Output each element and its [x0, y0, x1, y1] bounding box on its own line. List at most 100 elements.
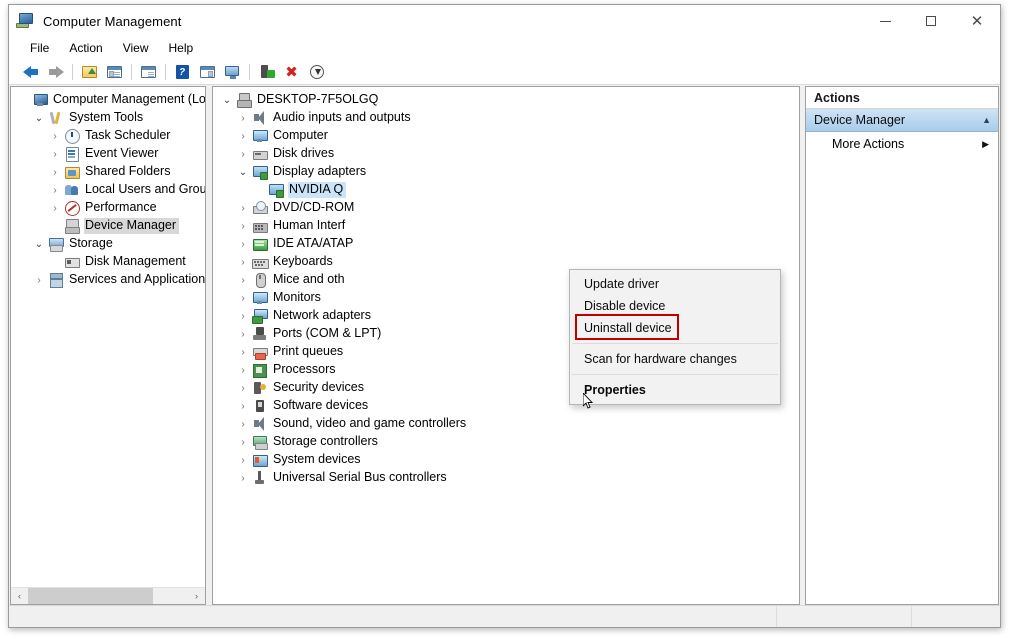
minimize-button[interactable] — [862, 5, 908, 37]
show-hide-console-tree-button[interactable] — [102, 61, 127, 83]
context-menu-item-properties[interactable]: Properties — [570, 379, 780, 401]
help-button[interactable]: ? — [170, 61, 195, 83]
menu-action[interactable]: Action — [60, 39, 111, 58]
context-menu-item-disable-device[interactable]: Disable device — [570, 295, 780, 317]
chevron-down-icon[interactable]: ⌄ — [31, 113, 47, 124]
context-menu-item-scan-for-hardware-changes[interactable]: Scan for hardware changes — [570, 348, 780, 370]
tree-item-label: Monitors — [273, 290, 321, 305]
forward-button[interactable] — [43, 61, 68, 83]
status-cell-1 — [9, 606, 777, 627]
chevron-right-icon[interactable]: › — [235, 473, 251, 484]
chevron-right-icon[interactable]: › — [235, 221, 251, 232]
chevron-right-icon[interactable]: › — [47, 203, 63, 214]
scroll-left-button[interactable]: ‹ — [11, 588, 28, 604]
chevron-right-icon[interactable]: › — [235, 203, 251, 214]
hscroll-thumb[interactable] — [28, 588, 153, 604]
tree-item-computer-management-local[interactable]: Computer Management (Local — [11, 91, 205, 109]
tree-item-local-users-and-groups[interactable]: › Local Users and Groups — [11, 181, 205, 199]
tree-item-storage-controllers[interactable]: › Storage controllers — [213, 433, 799, 451]
tree-item-services-and-applications[interactable]: › Services and Applications — [11, 271, 205, 289]
tree-item-label: Shared Folders — [85, 164, 171, 179]
tree-item-device-manager[interactable]: Device Manager — [11, 217, 205, 235]
properties-button[interactable] — [136, 61, 161, 83]
tree-item-nvidia-q[interactable]: NVIDIA Q — [213, 181, 799, 199]
chevron-down-icon[interactable]: ⌄ — [219, 95, 235, 106]
chevron-right-icon[interactable]: › — [235, 455, 251, 466]
close-button[interactable]: ✕ — [954, 5, 1000, 37]
scan-hardware-changes-button[interactable] — [304, 61, 329, 83]
back-button[interactable] — [18, 61, 43, 83]
context-menu-item-uninstall-device[interactable]: Uninstall device — [570, 314, 780, 340]
tree-item-human-interf[interactable]: › Human Interf — [213, 217, 799, 235]
chevron-right-icon[interactable]: › — [235, 347, 251, 358]
tree-item-computer[interactable]: › Computer — [213, 127, 799, 145]
actions-group-device-manager[interactable]: Device Manager ▲ — [806, 109, 998, 132]
hscroll-track[interactable] — [28, 588, 188, 604]
net-icon — [251, 309, 269, 324]
tree-item-ide-ata-atap[interactable]: › IDE ATA/ATAP — [213, 235, 799, 253]
tree-item-disk-drives[interactable]: › Disk drives — [213, 145, 799, 163]
scroll-right-button[interactable]: › — [188, 588, 205, 604]
up-one-level-button[interactable] — [77, 61, 102, 83]
chevron-down-icon[interactable]: ⌄ — [31, 239, 47, 250]
show-hide-action-pane-button[interactable] — [195, 61, 220, 83]
tree-item-disk-management[interactable]: Disk Management — [11, 253, 205, 271]
tree-item-shared-folders[interactable]: › Shared Folders — [11, 163, 205, 181]
tree-item-task-scheduler[interactable]: › Task Scheduler — [11, 127, 205, 145]
console-tree-hscrollbar[interactable]: ‹ › — [11, 587, 205, 604]
chevron-right-icon[interactable]: › — [235, 113, 251, 124]
root-icon — [235, 93, 253, 108]
chevron-right-icon[interactable]: › — [235, 365, 251, 376]
chevron-right-icon[interactable]: › — [47, 185, 63, 196]
menu-file[interactable]: File — [21, 39, 58, 58]
drive-icon — [251, 147, 269, 161]
chevron-up-icon[interactable]: ▲ — [982, 115, 991, 125]
chevron-right-icon[interactable]: › — [235, 149, 251, 160]
chevron-right-icon[interactable]: › — [31, 275, 47, 286]
status-cell-3 — [912, 606, 1000, 627]
chevron-right-icon[interactable]: › — [235, 437, 251, 448]
tree-item-audio-inputs-and-outputs[interactable]: › Audio inputs and outputs — [213, 109, 799, 127]
chevron-right-icon[interactable]: › — [47, 167, 63, 178]
context-menu-item-update-driver[interactable]: Update driver — [570, 273, 780, 295]
tree-item-label: Print queues — [273, 344, 344, 359]
tree-item-desktop-7f5olgq[interactable]: ⌄ DESKTOP-7F5OLGQ — [213, 91, 799, 109]
chevron-right-icon[interactable]: › — [235, 131, 251, 142]
chevron-right-icon[interactable]: › — [47, 149, 63, 160]
chevron-down-icon[interactable]: ⌄ — [235, 167, 251, 178]
chevron-right-icon[interactable]: › — [235, 401, 251, 412]
tree-item-system-devices[interactable]: › System devices — [213, 451, 799, 469]
display-button[interactable] — [220, 61, 245, 83]
perf-icon — [63, 201, 81, 216]
menu-help[interactable]: Help — [160, 39, 203, 58]
tree-item-dvd-cd-rom[interactable]: › DVD/CD-ROM — [213, 199, 799, 217]
tree-item-performance[interactable]: › Performance — [11, 199, 205, 217]
tree-item-label: NVIDIA Q — [288, 182, 347, 198]
action-more-actions[interactable]: More Actions ▶ — [806, 132, 998, 156]
chevron-right-icon[interactable]: › — [235, 257, 251, 268]
chevron-right-icon[interactable]: › — [235, 419, 251, 430]
chevron-right-icon[interactable]: › — [47, 131, 63, 142]
tree-item-system-tools[interactable]: ⌄ System Tools — [11, 109, 205, 127]
tree-item-universal-serial-bus-controllers[interactable]: › Universal Serial Bus controllers — [213, 469, 799, 487]
menu-view[interactable]: View — [114, 39, 158, 58]
tree-item-display-adapters[interactable]: ⌄ Display adapters — [213, 163, 799, 181]
actions-header: Actions — [806, 87, 998, 109]
chevron-right-icon[interactable]: › — [235, 275, 251, 286]
maximize-button[interactable] — [908, 5, 954, 37]
update-driver-button[interactable] — [254, 61, 279, 83]
chevron-right-icon[interactable]: › — [235, 239, 251, 250]
chevron-right-icon[interactable]: › — [235, 329, 251, 340]
uninstall-device-button[interactable]: ✖ — [279, 61, 304, 83]
chevron-right-icon[interactable]: › — [235, 383, 251, 394]
console-tree[interactable]: Computer Management (Local ⌄ System Tools ›… — [11, 87, 205, 587]
tree-item-storage[interactable]: ⌄ Storage — [11, 235, 205, 253]
chevron-right-icon[interactable]: › — [235, 311, 251, 322]
chevron-right-icon[interactable]: › — [235, 293, 251, 304]
show-hide-action-pane-icon — [199, 64, 217, 80]
tree-item-sound-video-and-game-controllers[interactable]: › Sound, video and game controllers — [213, 415, 799, 433]
stor2-icon — [251, 435, 269, 450]
tree-item-event-viewer[interactable]: › Event Viewer — [11, 145, 205, 163]
device-context-menu[interactable]: Update driver Disable device Uninstall dev… — [569, 269, 781, 405]
usb-icon — [251, 471, 269, 485]
